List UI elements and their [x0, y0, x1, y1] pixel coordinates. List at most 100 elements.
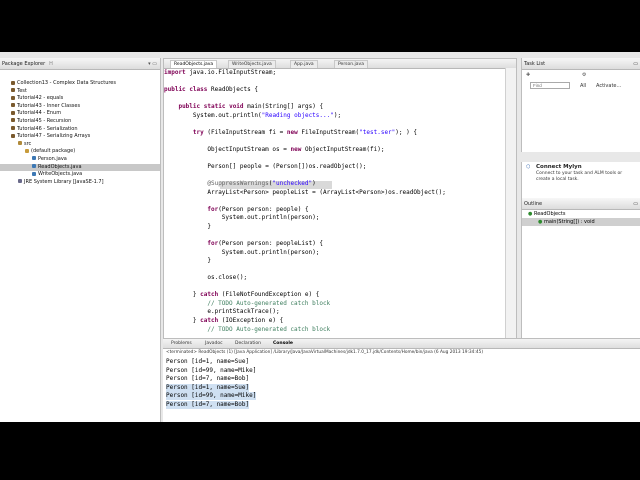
- code-line[interactable]: os.close();: [164, 274, 247, 281]
- all-filter[interactable]: All: [580, 83, 586, 89]
- view-menu-icon[interactable]: ▾ ▭: [148, 61, 157, 67]
- task-list-title[interactable]: Task List: [524, 61, 545, 67]
- project-icon: [11, 95, 15, 100]
- code-line[interactable]: System.out.println(person);: [164, 249, 320, 256]
- console-tab[interactable]: Problems: [171, 340, 192, 348]
- hierarchy-tab[interactable]: H: [49, 61, 53, 67]
- eclipse-window: Package Explorer H ▾ ▭ Collection13 - Co…: [0, 52, 640, 422]
- code-line[interactable]: public static void main(String[] args) {: [164, 103, 323, 110]
- tree-item-label: WriteObjects.java: [38, 171, 83, 178]
- tree-item[interactable]: Tutorial43 - Inner Classes: [0, 103, 160, 111]
- code-line[interactable]: ObjectInputStream os = new ObjectInputSt…: [164, 146, 384, 153]
- tree-item-label: Tutorial44 - Enum: [17, 110, 62, 117]
- console-tab[interactable]: Console: [273, 340, 293, 348]
- connect-mylyn-panel: ⬡ Connect Mylyn Connect to your task and…: [521, 162, 640, 202]
- editor-tab[interactable]: Person.java: [334, 60, 368, 68]
- project-icon: [11, 110, 15, 115]
- minimize-icon[interactable]: ▭: [633, 201, 638, 207]
- console-line[interactable]: Person [id=7, name=Bob]: [166, 375, 249, 383]
- code-line[interactable]: }: [164, 223, 211, 230]
- project-icon: [11, 118, 15, 123]
- console-line[interactable]: Person [id=99, name=Mike]: [166, 392, 257, 401]
- code-line[interactable]: } catch (FileNotFoundException e) {: [164, 291, 319, 298]
- connect-icon: ⬡: [526, 164, 531, 170]
- new-task-icon[interactable]: ✚: [526, 72, 530, 78]
- tree-item[interactable]: Person.java: [0, 156, 160, 164]
- console-tab[interactable]: Declaration: [235, 340, 261, 348]
- tree-item[interactable]: Tutorial46 - Serialization: [0, 126, 160, 134]
- code-line[interactable]: for(Person person: peopleList) {: [164, 240, 323, 247]
- tree-item-label: Tutorial46 - Serialization: [17, 125, 78, 132]
- console-line[interactable]: Person [id=1, name=Sue]: [166, 358, 249, 366]
- code-line[interactable]: Person[] people = (Person[])os.readObjec…: [164, 163, 366, 170]
- project-icon: [11, 80, 15, 85]
- mylyn-title-row: ⬡ Connect Mylyn: [522, 162, 640, 171]
- console-line[interactable]: Person [id=7, name=Bob]: [166, 401, 250, 409]
- editor-tab[interactable]: App.java: [290, 60, 318, 68]
- editor-tab[interactable]: WriteObjects.java: [228, 60, 276, 68]
- tree-item-label: src: [24, 140, 32, 147]
- tree-item[interactable]: Tutorial44 - Enum: [0, 110, 160, 118]
- code-line[interactable]: // TODO Auto-generated catch block: [164, 326, 330, 333]
- tree-item[interactable]: ReadObjects.java: [0, 163, 160, 172]
- mylyn-title: Connect Mylyn: [536, 164, 582, 170]
- folder-icon: [18, 141, 22, 146]
- editor-vertical-scrollbar[interactable]: [505, 68, 516, 381]
- code-line[interactable]: ArrayList<Person> peopleList = (ArrayLis…: [164, 189, 446, 196]
- outline-item-main[interactable]: ● main(String[]) : void: [522, 218, 640, 226]
- code-line[interactable]: }: [164, 257, 211, 264]
- project-icon: [11, 133, 15, 138]
- minimize-icon[interactable]: ▭: [633, 61, 638, 67]
- java-file-icon: [32, 171, 36, 176]
- code-area[interactable]: import java.io.FileInputStream; public cl…: [164, 68, 504, 381]
- task-list-view: Task List ▭ ✚ ⚙ All Activate...: [521, 58, 640, 152]
- tree-item[interactable]: Test: [0, 88, 160, 96]
- code-line[interactable]: System.out.println(person);: [164, 214, 320, 221]
- tree-item[interactable]: Tutorial42 - equals: [0, 95, 160, 103]
- code-line[interactable]: import java.io.FileInputStream;: [164, 69, 276, 76]
- task-list-header: Task List ▭: [522, 58, 640, 70]
- outline-item-class[interactable]: ● ReadObjects: [522, 210, 640, 218]
- tree-item[interactable]: (default package): [0, 148, 160, 156]
- code-line[interactable]: try (FileInputStream fi = new FileInputS…: [164, 129, 417, 136]
- filter-icon[interactable]: ⚙: [582, 72, 586, 78]
- console-line[interactable]: Person [id=1, name=Sue]: [166, 383, 250, 392]
- task-list-toolbar: ✚ ⚙: [522, 70, 640, 82]
- code-line[interactable]: System.out.println("Reading objects...")…: [164, 112, 341, 119]
- tree-item-label: Collection13 - Complex Data Structures: [17, 80, 116, 86]
- java-file-icon: [32, 156, 36, 161]
- tree-item[interactable]: Tutorial45 - Recursion: [0, 118, 160, 126]
- folder-icon: [18, 179, 22, 184]
- tree-item-label: JRE System Library [JavaSE-1.7]: [24, 178, 104, 185]
- code-line[interactable]: e.printStackTrace();: [164, 308, 279, 315]
- code-line[interactable]: public class ReadObjects {: [164, 86, 258, 93]
- class-icon: ●: [528, 211, 533, 217]
- package-explorer-header: Package Explorer H ▾ ▭: [0, 58, 160, 70]
- outline-title[interactable]: Outline: [524, 201, 542, 207]
- task-list-search-row: All Activate...: [522, 82, 640, 92]
- tree-item[interactable]: Tutorial47 - Serializing Arrays: [0, 133, 160, 141]
- console-header: <terminated> ReadObjects (1) [Java Appli…: [166, 350, 483, 355]
- console-line[interactable]: Person [id=99, name=Mike]: [166, 367, 256, 375]
- mylyn-create-link[interactable]: create a local task.: [536, 177, 637, 183]
- tree-item[interactable]: WriteObjects.java: [0, 171, 160, 179]
- editor-tab[interactable]: ReadObjects.java: [170, 60, 218, 68]
- tree-item[interactable]: src: [0, 141, 160, 149]
- package-tree: Collection13 - Complex Data Structures Te…: [0, 70, 160, 186]
- mylyn-text: Connect to your task and ALM tools or cr…: [522, 171, 640, 183]
- tree-item-label: (default package): [31, 148, 76, 155]
- tree-item-label: Tutorial45 - Recursion: [17, 117, 72, 124]
- tree-item-label: Person.java: [38, 155, 67, 162]
- package-explorer-title[interactable]: Package Explorer: [2, 61, 45, 67]
- code-line[interactable]: } catch (IOException e) {: [164, 317, 283, 324]
- find-input[interactable]: [530, 82, 570, 89]
- code-line[interactable]: for(Person person: people) {: [164, 206, 308, 213]
- tree-item[interactable]: Collection13 - Complex Data Structures: [0, 80, 160, 88]
- console-view: Problems Javadoc Declaration Console <termi…: [163, 338, 640, 422]
- activate-link[interactable]: Activate...: [596, 83, 621, 89]
- tree-item[interactable]: JRE System Library [JavaSE-1.7]: [0, 179, 160, 187]
- console-tab[interactable]: Javadoc: [205, 340, 223, 348]
- code-line[interactable]: // TODO Auto-generated catch block: [164, 300, 330, 307]
- code-line[interactable]: @SuppressWarnings("unchecked"): [164, 180, 315, 187]
- project-icon: [11, 88, 15, 93]
